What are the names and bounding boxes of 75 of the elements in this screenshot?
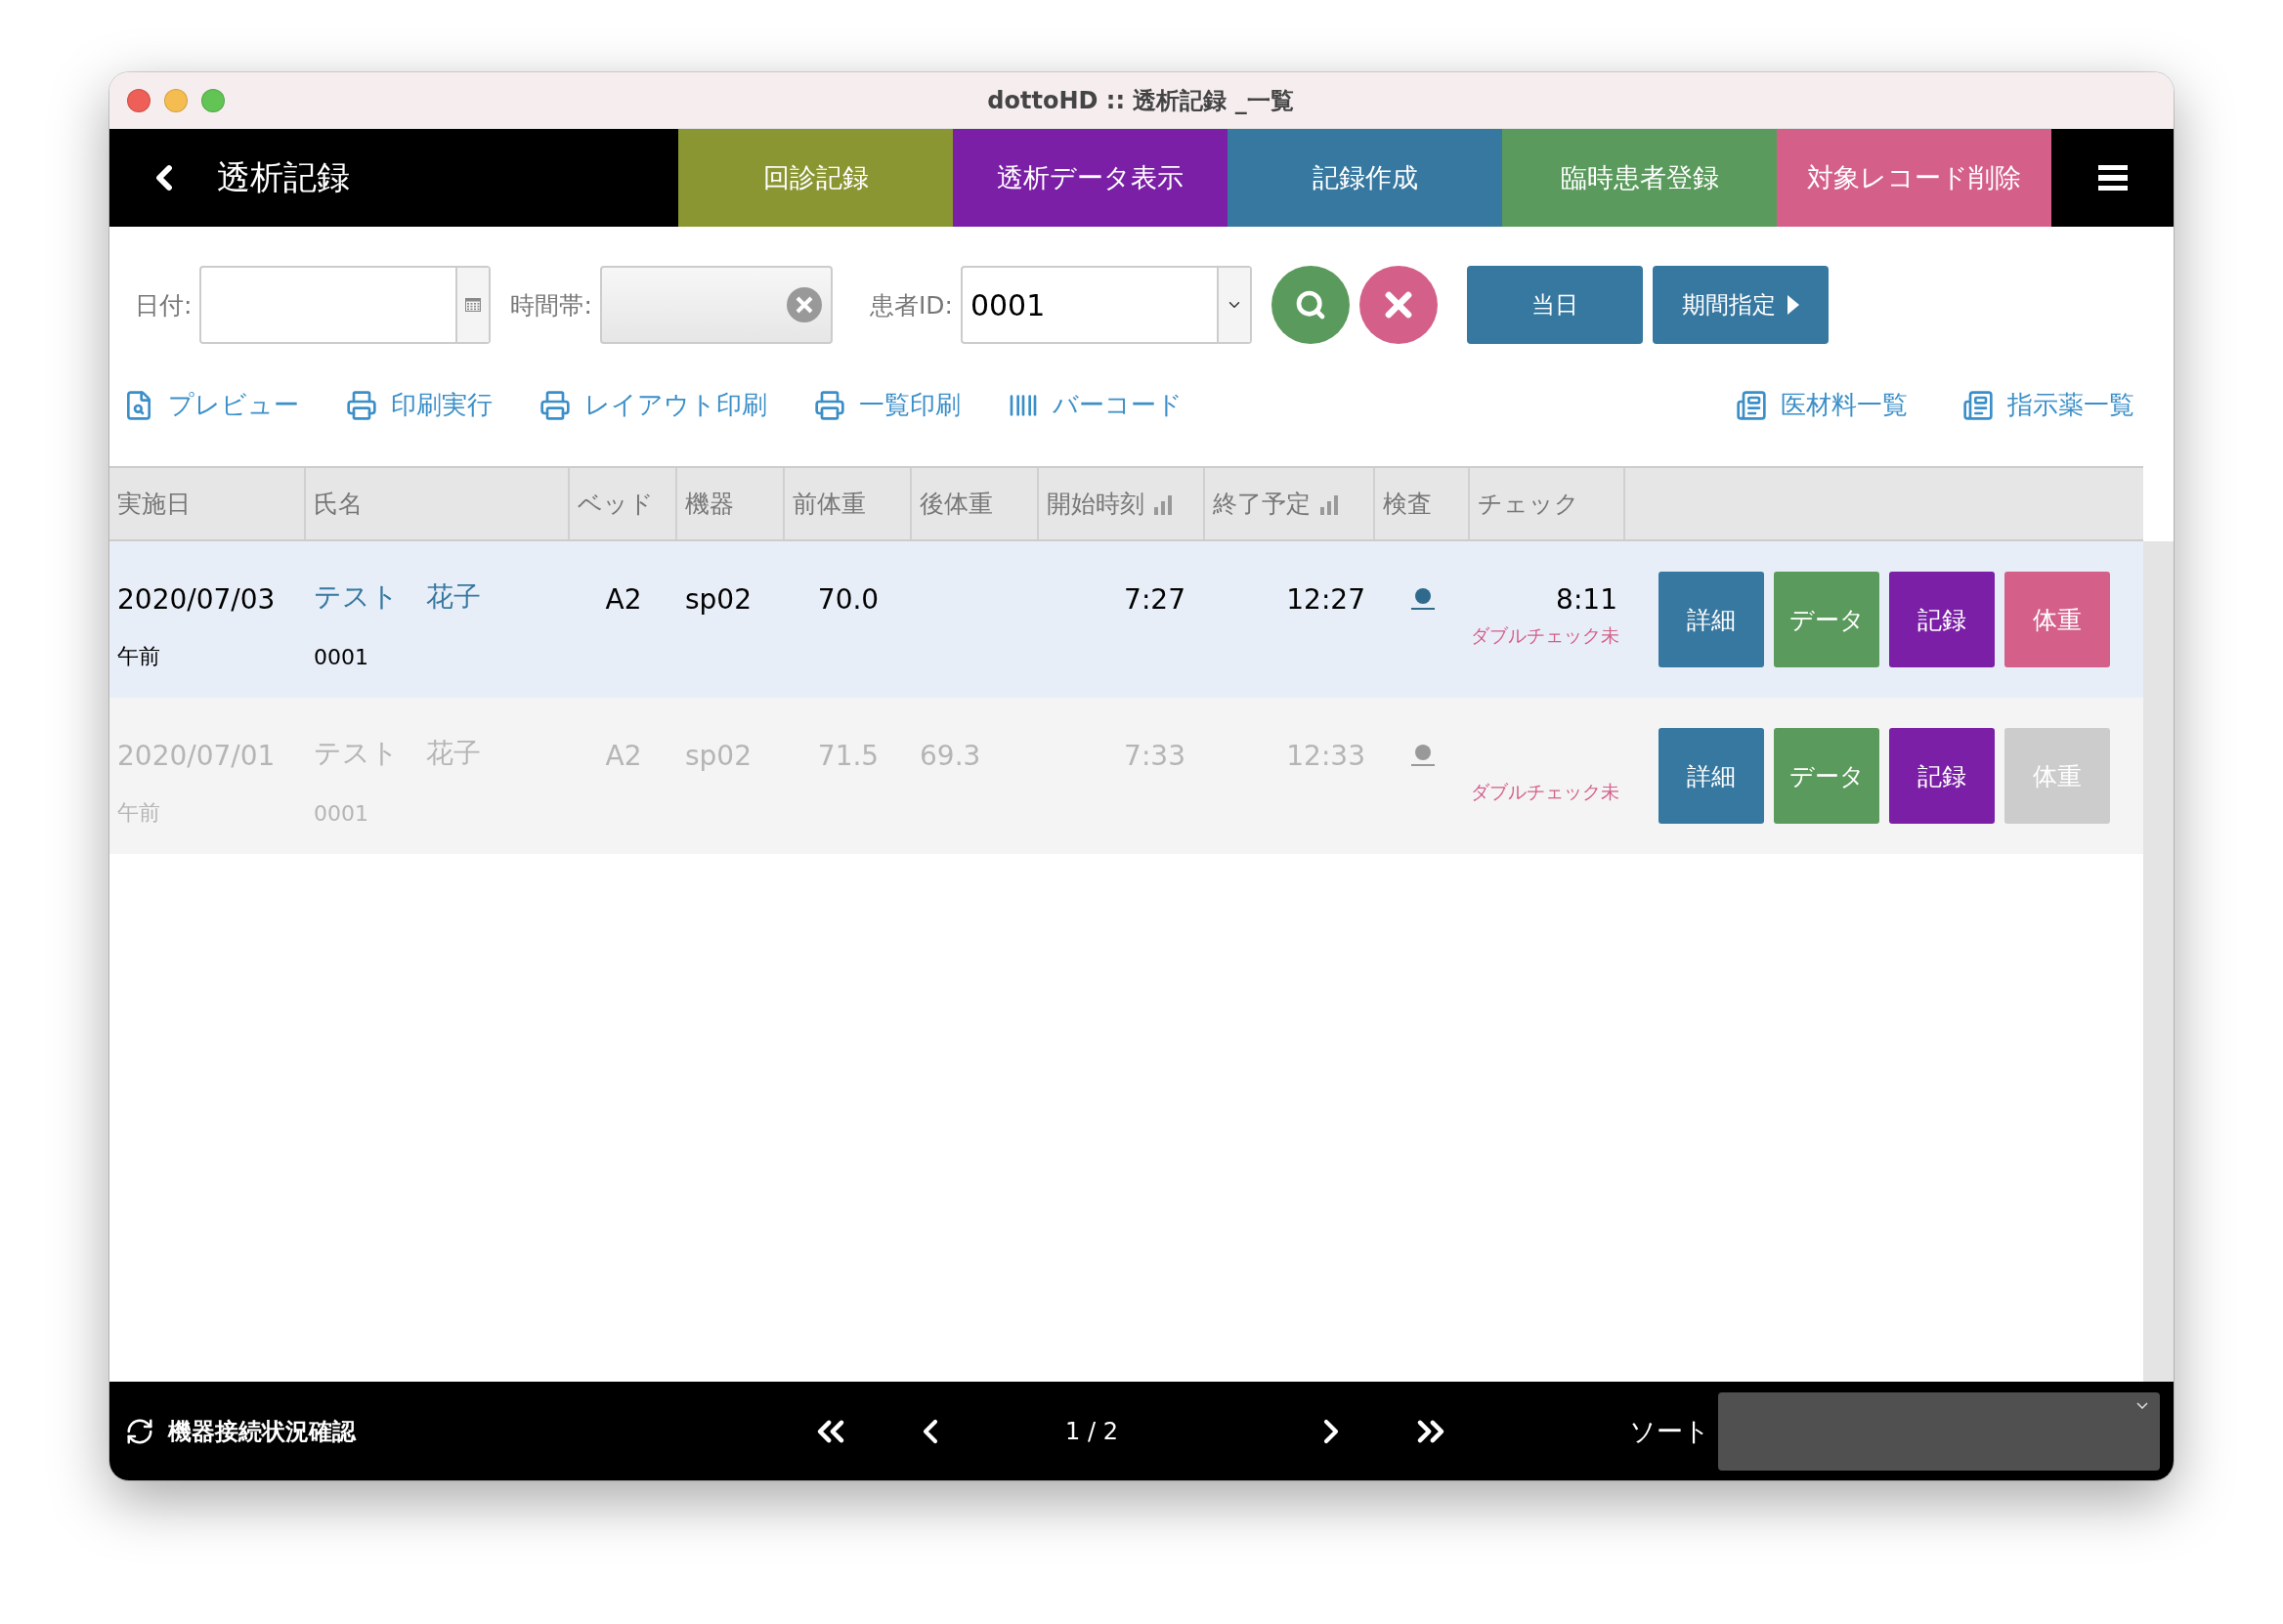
table-cell-text: 0001 [313,800,368,826]
toolbar-link[interactable]: 印刷実行 [346,388,493,422]
toolbar-link[interactable]: 指示薬一覧 [1962,388,2134,422]
page-indicator: 1 / 2 [1064,1417,1119,1445]
close-button[interactable] [127,88,151,112]
minimize-button[interactable] [164,88,188,112]
patient-id-select[interactable]: 0001 [960,266,1252,344]
table-cell-text: 0001 [313,644,368,669]
table-cell-text: 午前 [116,799,160,827]
field-label: 患者ID: [869,289,953,321]
nav-button[interactable]: 臨時患者登録 [1502,129,1777,227]
printer-icon [346,389,377,421]
document-list-icon [1736,389,1767,421]
table-cell-text: sp02 [684,740,753,772]
field-label: 日付: [135,289,193,321]
toolbar-link[interactable]: 一覧印刷 [814,388,961,422]
today-button[interactable]: 当日 [1466,266,1643,344]
dropdown-icon [2136,1401,2148,1409]
document-list-icon [1962,389,1994,421]
column-header[interactable]: 終了予定 [1205,468,1375,539]
status-dot-icon[interactable] [1408,586,1437,610]
column-header[interactable]: 氏名 [306,468,570,539]
table-cell-text: 12:33 [1285,740,1366,772]
toolbar-link[interactable]: 医材料一覧 [1736,388,1908,422]
column-header[interactable]: チェック [1470,468,1625,539]
column-header[interactable]: 前体重 [785,468,912,539]
row-action-button[interactable]: データ [1774,572,1879,667]
table-cell-text: 70.0 [816,583,881,616]
table-cell-text: sp02 [684,583,753,616]
date-field[interactable] [199,266,492,344]
column-header[interactable]: 開始時刻 [1039,468,1205,539]
table-cell-text: 午前 [116,643,160,670]
calendar-icon [465,298,482,312]
column-header[interactable]: 機器 [677,468,785,539]
table-cell-text: A2 [604,583,643,616]
row-action-button[interactable]: 詳細 [1658,572,1764,667]
table-cell-text: 69.3 [919,740,982,772]
table-cell-text: 12:27 [1285,583,1366,616]
table-cell-text: A2 [604,740,643,772]
table-cell-text: 71.5 [816,740,881,772]
check-status-text: ダブルチェック未 [1471,780,1620,804]
field-label: 時間帯: [510,289,592,321]
column-header[interactable]: 後体重 [912,468,1039,539]
clear-icon[interactable] [785,286,823,323]
page-title: 透析記録 [217,156,350,198]
caret-icon [1787,295,1799,315]
printer-icon [539,389,571,421]
toolbar-link[interactable]: レイアウト印刷 [539,388,767,422]
zoom-button[interactable] [201,88,225,112]
table-cell-text: 7:33 [1123,740,1186,772]
table-cell-text: 7:27 [1123,583,1186,616]
check-status-text: ダブルチェック未 [1471,623,1620,648]
table-cell-text: 2020/07/03 [116,583,277,616]
nav-button[interactable]: 回診記録 [678,129,953,227]
period-button[interactable]: 期間指定 [1652,266,1829,344]
table-row[interactable]: 2020/07/03 テスト 花子 A2 sp02 70.0 7:27 12:27 8:11 午前 0001 ダブルチェック未 詳細 データ 記録 体重 [109,541,2143,698]
sort-label: ソート [1629,1414,1710,1448]
nav-button[interactable]: 透析データ表示 [953,129,1228,227]
printer-icon [814,389,845,421]
patient-name-link[interactable]: テスト 花子 [306,578,489,616]
column-header[interactable]: 実施日 [109,468,306,539]
row-action-button[interactable]: 体重 [2004,572,2110,667]
row-action-button[interactable]: 記録 [1889,572,1995,667]
search-icon [1294,289,1326,321]
column-header[interactable]: ベッド [570,468,677,539]
nav-button[interactable]: 対象レコード削除 [1777,129,2051,227]
toolbar-link[interactable]: プレビュー [123,388,299,422]
window-title: dottoHD :: 透析記録 _一覧 [986,85,1295,116]
table-cell-text: 2020/07/01 [116,740,277,772]
toolbar-link[interactable]: バーコード [1008,388,1183,422]
column-header[interactable]: 検査 [1375,468,1470,539]
table-cell-text: 8:11 [1555,583,1618,616]
nav-button[interactable]: 記録作成 [1228,129,1502,227]
time-slot-field[interactable] [599,266,833,344]
device-status-link[interactable]: 機器接続状況確認 [125,1415,809,1447]
